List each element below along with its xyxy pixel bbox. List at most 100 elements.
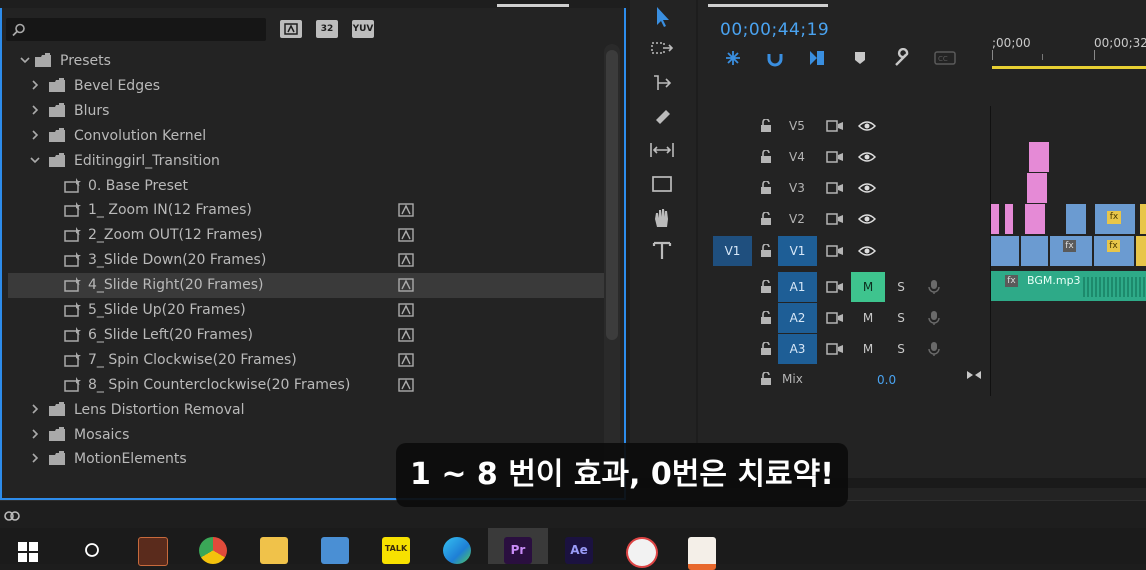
eye-icon[interactable] bbox=[858, 213, 876, 225]
video-clip-v2-yellow[interactable] bbox=[1140, 204, 1146, 234]
track-target-audio[interactable]: A3 bbox=[778, 334, 817, 364]
mute-button[interactable]: M bbox=[851, 334, 885, 364]
chevron-right-icon[interactable] bbox=[30, 130, 40, 140]
selection-tool-icon[interactable] bbox=[648, 4, 676, 30]
audio-clip-bgm[interactable]: fx BGM.mp3 bbox=[991, 271, 1146, 301]
sync-lock-icon[interactable] bbox=[826, 244, 844, 258]
file-explorer-icon[interactable] bbox=[260, 537, 288, 564]
effects-preset-row[interactable]: 4_Slide Right(20 Frames) bbox=[8, 273, 604, 299]
lock-icon[interactable] bbox=[760, 150, 772, 164]
time-ruler[interactable] bbox=[992, 50, 1146, 62]
eye-icon[interactable] bbox=[858, 245, 876, 257]
hand-tool-icon[interactable] bbox=[648, 205, 676, 231]
effects-search-field[interactable] bbox=[30, 21, 264, 39]
audio-track-header[interactable]: A2 M S bbox=[698, 303, 1146, 333]
ripple-edit-tool-icon[interactable] bbox=[648, 70, 676, 96]
chevron-right-icon[interactable] bbox=[30, 80, 40, 90]
effects-preset-row[interactable]: 6_Slide Left(20 Frames) bbox=[8, 323, 604, 348]
chevron-down-icon[interactable] bbox=[30, 155, 40, 165]
lock-icon[interactable] bbox=[760, 311, 772, 325]
effects-preset-row[interactable]: 1_ Zoom IN(12 Frames) bbox=[8, 198, 604, 223]
add-marker-icon[interactable] bbox=[807, 48, 827, 68]
captions-icon[interactable]: CC bbox=[934, 51, 956, 65]
sync-lock-icon[interactable] bbox=[826, 280, 844, 294]
browser-app-icon[interactable] bbox=[321, 537, 349, 564]
yuv-effects-filter-button[interactable]: YUV bbox=[352, 20, 374, 38]
video-track-header[interactable]: V5 bbox=[698, 111, 1146, 141]
eye-icon[interactable] bbox=[858, 182, 876, 194]
32bit-color-filter-button[interactable]: 32 bbox=[316, 20, 338, 38]
rectangle-tool-icon[interactable] bbox=[648, 171, 676, 197]
video-clip-v1[interactable] bbox=[991, 236, 1019, 266]
creative-cloud-icon[interactable] bbox=[3, 507, 21, 523]
source-patch-v1[interactable]: V1 bbox=[713, 236, 752, 266]
video-track-header[interactable]: V3 bbox=[698, 173, 1146, 203]
orange-app-icon[interactable] bbox=[688, 537, 716, 570]
video-track-header[interactable]: V4 bbox=[698, 142, 1146, 172]
microphone-icon[interactable] bbox=[928, 341, 940, 357]
timecode-display[interactable]: 00;00;44;19 bbox=[720, 20, 829, 40]
sync-lock-icon[interactable] bbox=[826, 311, 844, 325]
work-area-bar[interactable] bbox=[992, 66, 1146, 69]
effects-folder-row[interactable]: Convolution Kernel bbox=[8, 124, 604, 149]
effects-search-input[interactable] bbox=[6, 18, 266, 41]
track-select-tool-icon[interactable] bbox=[648, 36, 676, 62]
track-target-audio[interactable]: A1 bbox=[778, 272, 817, 302]
eye-icon[interactable] bbox=[858, 120, 876, 132]
effects-scrollbar-thumb[interactable] bbox=[606, 50, 618, 340]
solo-button[interactable]: S bbox=[891, 334, 911, 364]
slip-tool-icon[interactable] bbox=[648, 137, 676, 163]
marker-icon[interactable] bbox=[852, 50, 868, 66]
tab-effects-active-indicator[interactable] bbox=[497, 4, 569, 7]
video-clip-v2[interactable] bbox=[1066, 204, 1086, 234]
effects-preset-row[interactable]: 2_Zoom OUT(12 Frames) bbox=[8, 223, 604, 248]
track-target-audio[interactable]: A2 bbox=[778, 303, 817, 333]
lock-icon[interactable] bbox=[760, 212, 772, 226]
effects-preset-row[interactable]: 0. Base Preset bbox=[8, 174, 604, 199]
edge-icon[interactable] bbox=[443, 537, 471, 564]
sync-lock-icon[interactable] bbox=[826, 119, 844, 133]
sync-lock-icon[interactable] bbox=[826, 181, 844, 195]
effects-folder-row[interactable]: Presets bbox=[8, 49, 604, 74]
video-clip-v2-fx[interactable]: fx bbox=[1095, 204, 1135, 234]
lock-icon[interactable] bbox=[760, 181, 772, 195]
after-effects-icon[interactable]: Ae bbox=[565, 537, 593, 564]
sync-lock-icon[interactable] bbox=[826, 342, 844, 356]
sync-lock-icon[interactable] bbox=[826, 150, 844, 164]
effects-preset-row[interactable]: 3_Slide Down(20 Frames) bbox=[8, 248, 604, 273]
track-target-v1[interactable]: V1 bbox=[778, 236, 817, 266]
microphone-icon[interactable] bbox=[928, 279, 940, 295]
kakaotalk-icon[interactable]: TALK bbox=[382, 537, 410, 564]
type-tool-icon[interactable] bbox=[648, 238, 676, 264]
solo-button[interactable]: S bbox=[891, 303, 911, 333]
lock-icon[interactable] bbox=[760, 342, 772, 356]
effects-preset-row[interactable]: 8_ Spin Counterclockwise(20 Frames) bbox=[8, 373, 604, 398]
video-clip-v4[interactable] bbox=[1029, 142, 1049, 172]
sync-lock-icon[interactable] bbox=[826, 212, 844, 226]
video-clip-v3[interactable] bbox=[1027, 173, 1047, 203]
settings-wrench-icon[interactable] bbox=[892, 48, 912, 68]
solo-button[interactable]: S bbox=[891, 272, 911, 302]
video-clip-v1-yellow[interactable] bbox=[1136, 236, 1146, 266]
mute-button[interactable]: M bbox=[851, 303, 885, 333]
tab-sequence-active-indicator[interactable] bbox=[708, 4, 828, 7]
chevron-down-icon[interactable] bbox=[20, 55, 30, 65]
video-clip-v1-fx[interactable]: fx bbox=[1094, 236, 1134, 266]
lock-icon[interactable] bbox=[760, 244, 772, 258]
effects-folder-row[interactable]: Blurs bbox=[8, 99, 604, 124]
audio-track-header[interactable]: A3 M S bbox=[698, 334, 1146, 364]
eye-icon[interactable] bbox=[858, 151, 876, 163]
windows-start-icon[interactable] bbox=[18, 542, 38, 562]
lock-icon[interactable] bbox=[760, 280, 772, 294]
video-clip-v2[interactable] bbox=[1025, 204, 1045, 234]
video-clip-v1-fx[interactable]: fx bbox=[1050, 236, 1092, 266]
razor-tool-icon[interactable] bbox=[648, 104, 676, 130]
effects-folder-row[interactable]: Bevel Edges bbox=[8, 74, 604, 99]
app-icon[interactable] bbox=[138, 537, 168, 566]
effects-preset-row[interactable]: 7_ Spin Clockwise(20 Frames) bbox=[8, 348, 604, 373]
mix-volume-value[interactable]: 0.0 bbox=[877, 373, 896, 387]
video-clip-v2[interactable] bbox=[1005, 204, 1013, 234]
microphone-icon[interactable] bbox=[928, 310, 940, 326]
video-clip-v1[interactable] bbox=[1021, 236, 1048, 266]
jump-to-end-icon[interactable] bbox=[966, 369, 982, 381]
